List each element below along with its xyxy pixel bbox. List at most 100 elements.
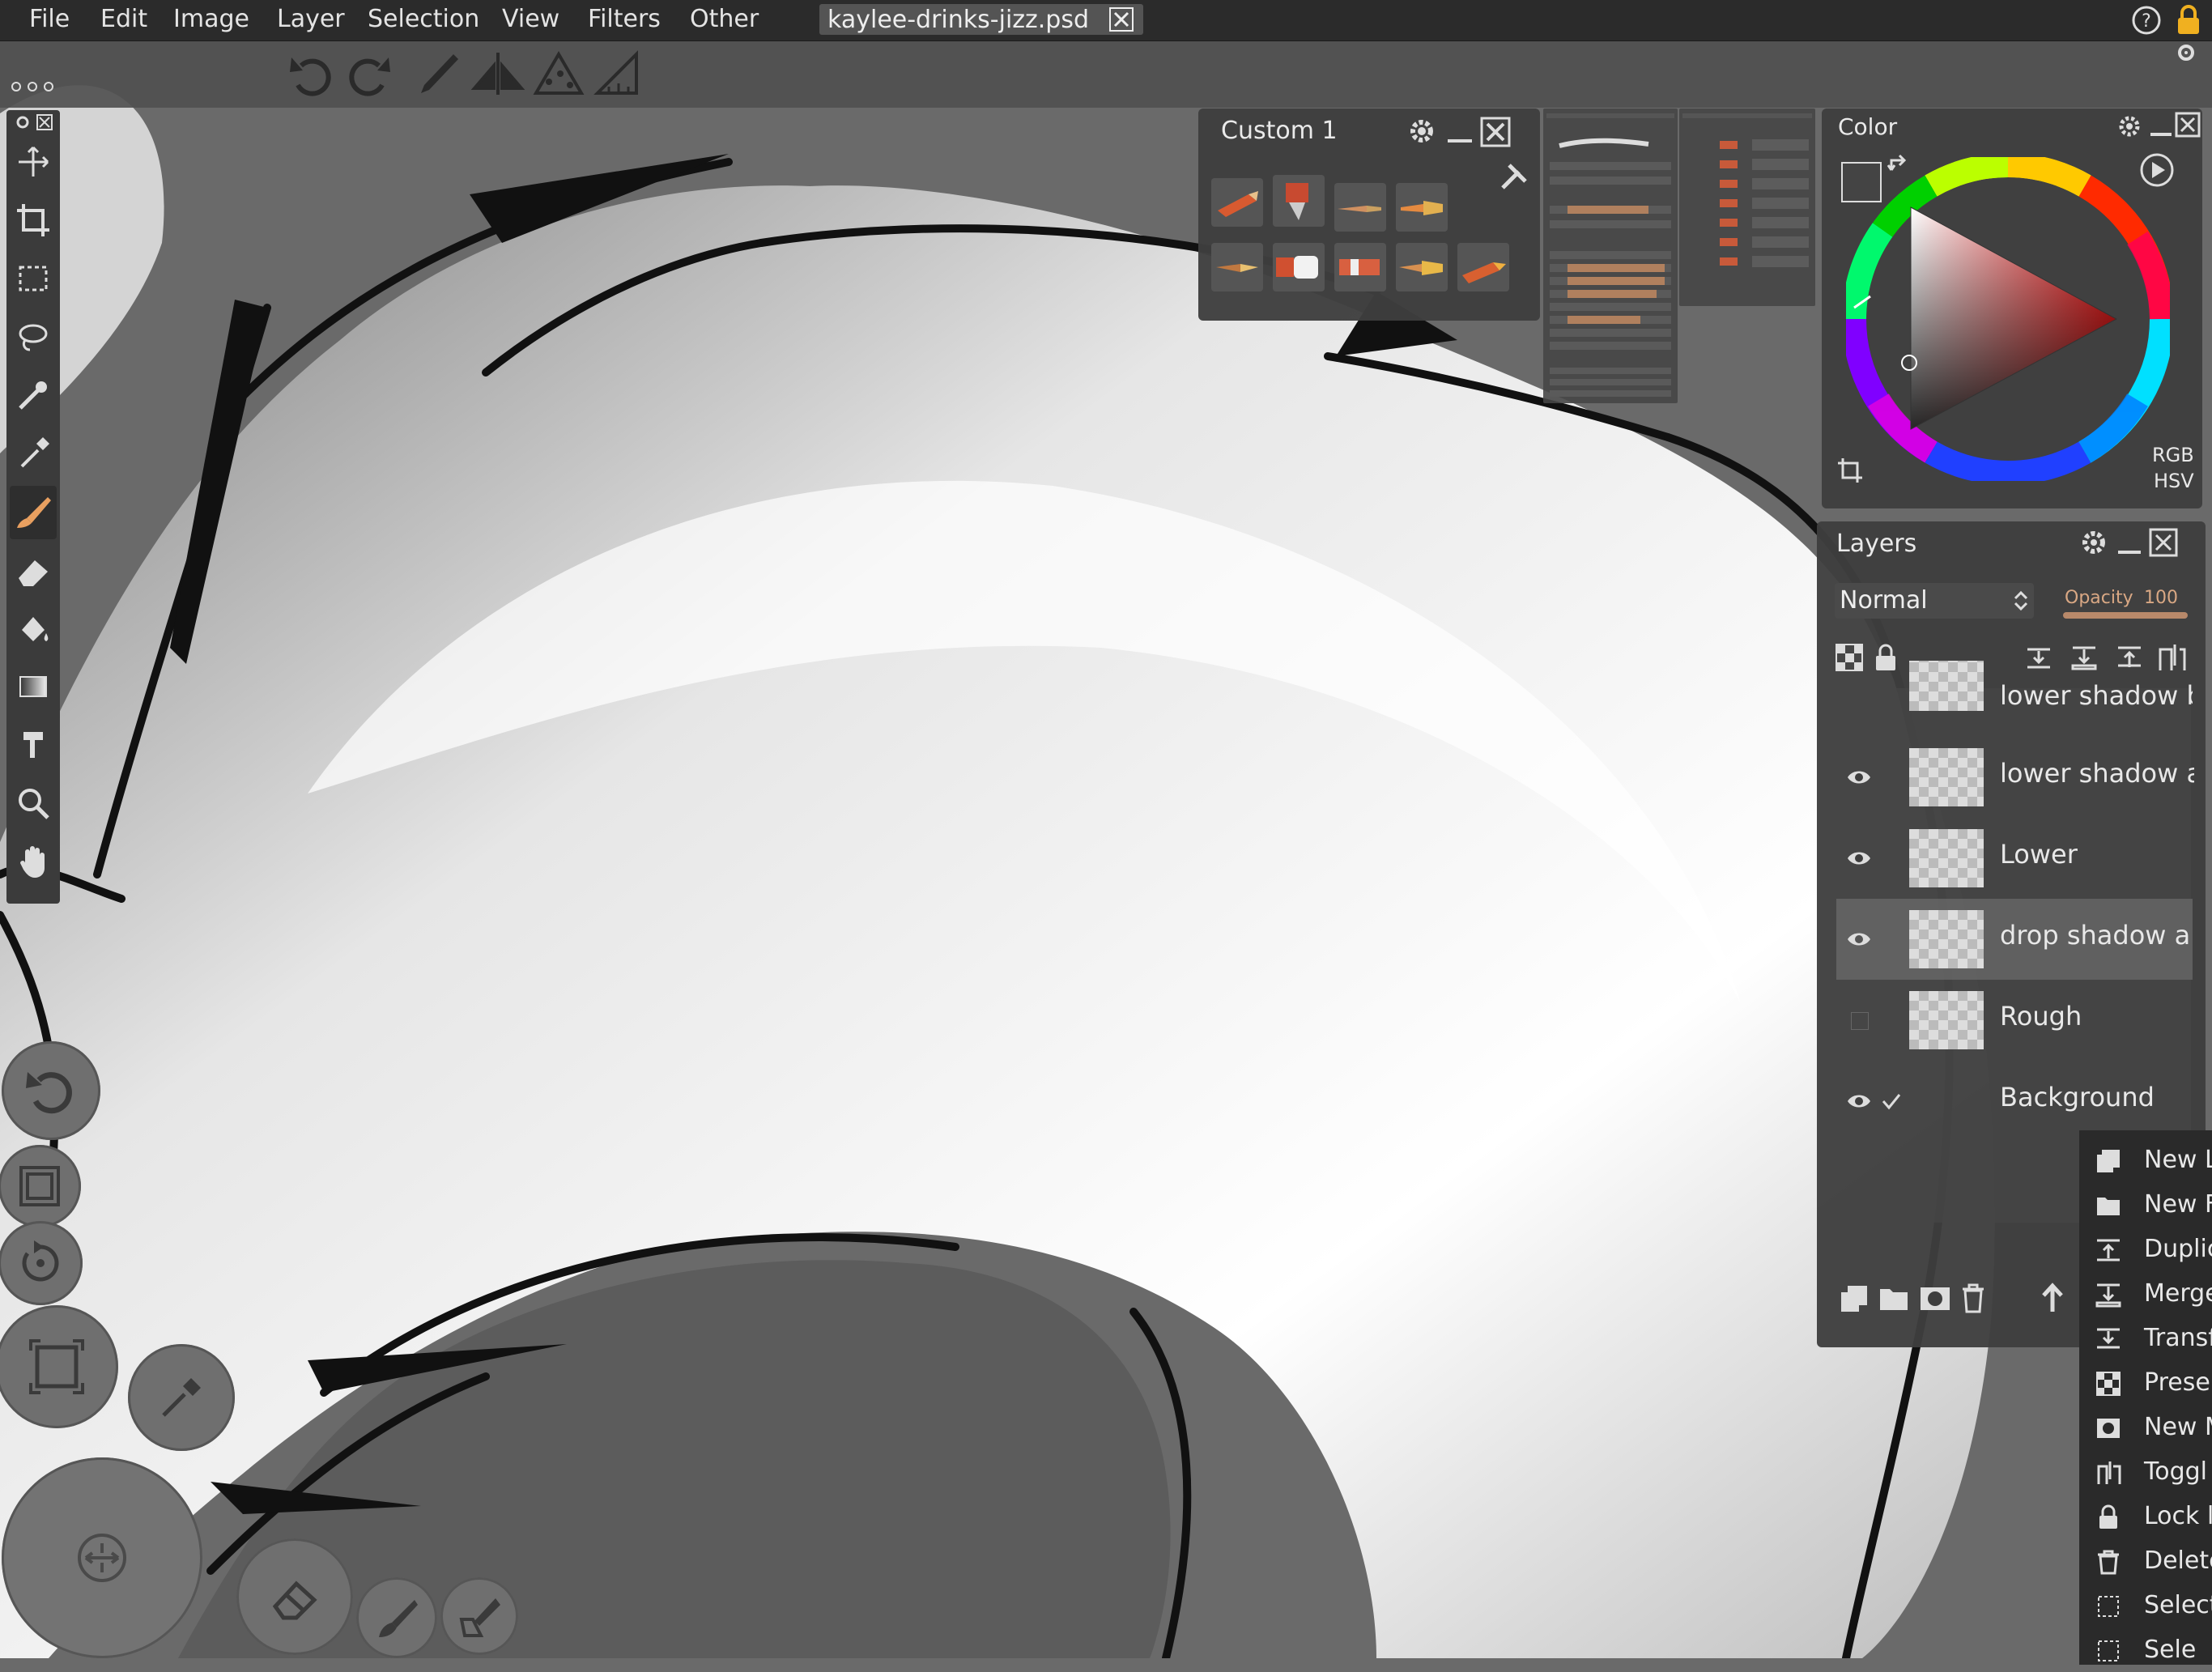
color-panel-minimize-icon[interactable] — [2149, 118, 2173, 139]
layers-panel-close-icon[interactable] — [2149, 528, 2178, 557]
lasso-tool-icon[interactable] — [14, 317, 53, 356]
layer-row-lower-shadow-b[interactable]: lower shadow b — [1836, 661, 2193, 725]
ctx-transfer[interactable]: Transf — [2079, 1317, 2212, 1360]
hand-tool-icon[interactable] — [14, 842, 53, 881]
ctx-select[interactable]: Select — [2079, 1584, 2212, 1627]
menu-edit[interactable]: Edit — [100, 5, 147, 33]
delete-layer-icon[interactable] — [1961, 1283, 1985, 1313]
layer-visibility-eye-icon[interactable] — [1846, 1090, 1872, 1113]
new-folder-icon[interactable] — [1878, 1284, 1909, 1312]
ctx-new-mask[interactable]: New M — [2079, 1406, 2212, 1449]
brush-slot-marker[interactable] — [1334, 243, 1386, 291]
brush-slot-pencil[interactable] — [1211, 178, 1263, 227]
ctx-new-folder[interactable]: New F — [2079, 1183, 2212, 1227]
custom-panel-settings-icon[interactable] — [1406, 115, 1438, 147]
paintbrush-tool-icon[interactable] — [14, 492, 53, 531]
undo-round-button[interactable] — [2, 1041, 100, 1140]
menu-view[interactable]: View — [502, 5, 559, 33]
ctx-merge[interactable]: Merge — [2079, 1272, 2212, 1316]
help-icon[interactable]: ? — [2131, 5, 2162, 36]
layer-visibility-eye-icon[interactable] — [1846, 766, 1872, 789]
brush-tool-icon[interactable] — [413, 49, 462, 98]
layer-visibility-eye-icon[interactable] — [1846, 928, 1872, 951]
blend-mode-select[interactable]: Normal — [1835, 583, 2034, 619]
color-mode-hsv[interactable]: HSV — [2154, 470, 2194, 492]
ruler-icon[interactable] — [593, 49, 641, 98]
smudge-round-button[interactable] — [440, 1577, 518, 1655]
rotate-canvas-button[interactable] — [0, 1221, 83, 1305]
tools-panel-header-icons[interactable] — [15, 113, 53, 131]
document-tab[interactable]: kaylee-drinks-jizz.psd — [819, 4, 1143, 35]
layer-name[interactable]: Lower — [2000, 839, 2194, 870]
brush-settings-panel[interactable] — [1543, 108, 1678, 403]
brush-round-button[interactable] — [356, 1577, 437, 1658]
ctx-duplicate[interactable]: Duplic — [2079, 1227, 2212, 1271]
navigation-joystick[interactable] — [2, 1457, 202, 1658]
lock-icon[interactable] — [2175, 3, 2202, 37]
layer-row-drop-shadow-a[interactable]: drop shadow a — [1836, 899, 2193, 980]
hue-wheel[interactable] — [1846, 157, 2170, 481]
magic-wand-icon[interactable] — [14, 376, 53, 415]
layer-row-lower[interactable]: Lower — [1836, 818, 2193, 899]
fullscreen-button[interactable] — [0, 1305, 118, 1428]
ctx-toggle-clipping[interactable]: Toggl — [2079, 1450, 2212, 1494]
toolbar-settings-icon[interactable] — [2175, 41, 2197, 64]
layer-visibility-eye-icon[interactable] — [1846, 847, 1872, 870]
eyedropper-button[interactable] — [128, 1344, 235, 1451]
add-mask-icon[interactable] — [1919, 1284, 1951, 1312]
brush-slot-round[interactable] — [1334, 183, 1386, 232]
custom-panel-close-icon[interactable] — [1480, 117, 1511, 147]
fill-bucket-icon[interactable] — [14, 609, 53, 648]
brush-slot-crayon[interactable] — [1457, 243, 1509, 291]
menu-other[interactable]: Other — [690, 5, 759, 33]
zoom-tool-icon[interactable] — [14, 784, 53, 823]
menu-image[interactable]: Image — [173, 5, 249, 33]
layer-row-lower-shadow-a[interactable]: lower shadow a — [1836, 737, 2194, 818]
layer-name[interactable]: drop shadow a — [2000, 920, 2194, 951]
gradient-tool-icon[interactable] — [14, 667, 53, 706]
layer-name[interactable]: Rough — [2000, 1001, 2194, 1032]
more-options-icon[interactable] — [10, 80, 55, 93]
color-crop-icon[interactable] — [1836, 457, 1864, 484]
menu-selection[interactable]: Selection — [368, 5, 479, 33]
layers-panel-minimize-icon[interactable] — [2116, 534, 2142, 557]
eraser-round-button[interactable] — [236, 1538, 353, 1655]
eyedropper-tool-icon[interactable] — [14, 434, 53, 473]
brushes-panel[interactable] — [1679, 108, 1815, 306]
layer-name[interactable]: lower shadow a — [2000, 758, 2194, 789]
close-document-icon[interactable] — [1109, 7, 1134, 32]
layer-row-background[interactable]: Background — [1836, 1061, 2193, 1142]
menu-file[interactable]: File — [29, 5, 70, 33]
color-panel-close-icon[interactable] — [2175, 112, 2201, 138]
menu-layer[interactable]: Layer — [277, 5, 345, 33]
layer-up-arrow-icon[interactable] — [2039, 1283, 2066, 1313]
brush-slot-ink-pen[interactable] — [1211, 243, 1263, 291]
layer-name[interactable]: Background — [2000, 1082, 2194, 1113]
brush-slot-eraser[interactable] — [1273, 243, 1325, 291]
color-panel-settings-icon[interactable] — [2115, 112, 2144, 141]
layers-panel-settings-icon[interactable] — [2078, 526, 2110, 559]
custom-panel-minimize-icon[interactable] — [1446, 123, 1474, 146]
ctx-lock-layer[interactable]: Lock l — [2079, 1495, 2212, 1538]
brush-slot-wide-brush[interactable] — [1396, 243, 1448, 291]
brush-slot-airbrush[interactable] — [1273, 175, 1325, 227]
perspective-icon[interactable] — [531, 49, 588, 98]
move-tool-icon[interactable] — [14, 143, 53, 181]
opacity-slider[interactable]: Opacity 100 — [2063, 588, 2188, 619]
undo-icon[interactable] — [288, 49, 337, 98]
canvas-fit-button[interactable] — [0, 1145, 81, 1227]
ctx-select-2[interactable]: Sele — [2079, 1628, 2212, 1672]
eraser-tool-icon[interactable] — [14, 551, 53, 589]
new-layer-icon[interactable] — [1840, 1284, 1869, 1313]
color-mode-rgb[interactable]: RGB — [2152, 444, 2194, 466]
custom-panel-tools-icon[interactable] — [1498, 160, 1530, 193]
layer-row-rough[interactable]: Rough — [1836, 980, 2193, 1061]
menu-filters[interactable]: Filters — [588, 5, 661, 33]
symmetry-icon[interactable] — [470, 49, 526, 98]
ctx-preserve-transparency[interactable]: Preser — [2079, 1361, 2212, 1405]
layer-hidden-checkbox[interactable] — [1851, 1012, 1869, 1030]
ctx-new-layer[interactable]: New L — [2079, 1138, 2212, 1182]
redo-icon[interactable] — [343, 49, 392, 98]
ctx-delete[interactable]: Delete — [2079, 1539, 2212, 1583]
rectangle-select-icon[interactable] — [14, 259, 53, 298]
